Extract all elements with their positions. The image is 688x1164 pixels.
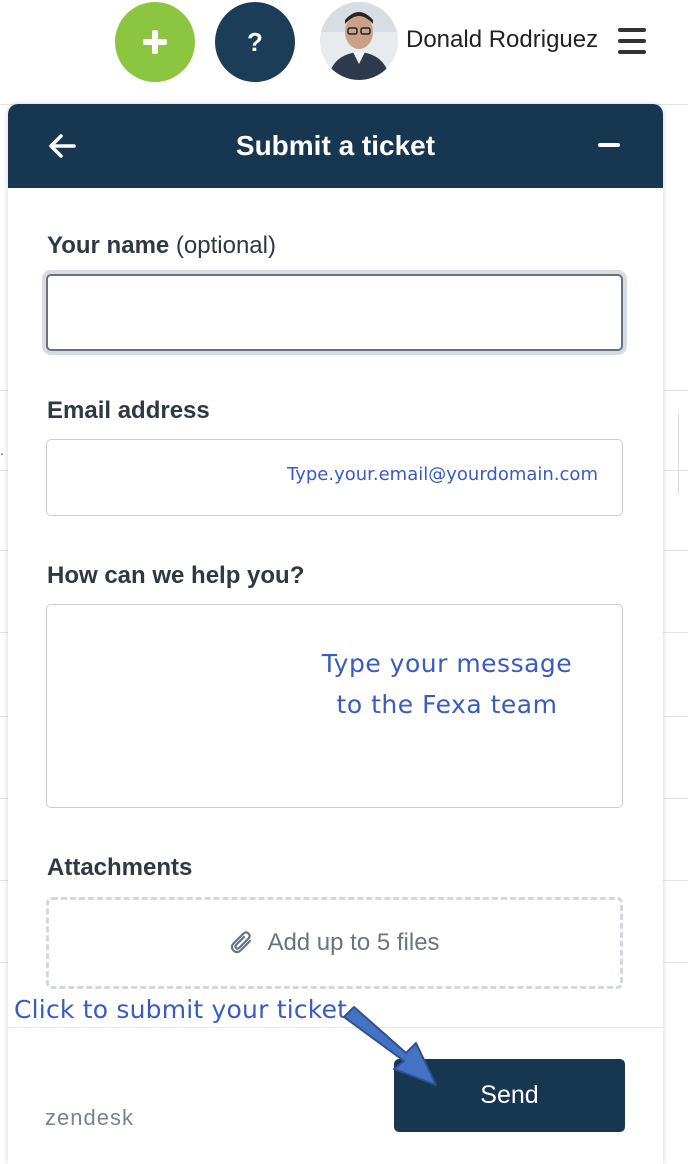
avatar[interactable]	[320, 2, 398, 80]
user-name[interactable]: Donald Rodriguez	[406, 26, 598, 54]
background-ellipsis: .	[0, 442, 4, 458]
add-button[interactable]	[115, 2, 195, 82]
attachments-dropzone[interactable]: Add up to 5 files	[46, 897, 623, 989]
hamburger-icon[interactable]	[618, 28, 646, 54]
email-hint: Type.your.email@yourdomain.com	[287, 464, 598, 485]
annotation-text: Click to submit your ticket	[14, 995, 348, 1024]
help-button[interactable]: ?	[215, 2, 295, 82]
user-photo-icon	[320, 2, 398, 80]
message-hint: Type your message to the Fexa team	[321, 649, 573, 719]
question-icon: ?	[247, 26, 263, 57]
message-label: How can we help you?	[47, 562, 305, 589]
message-textarea[interactable]: Type your message to the Fexa team	[46, 604, 623, 808]
email-label: Email address	[47, 397, 210, 424]
name-input[interactable]	[46, 274, 623, 351]
name-label: Your name (optional)	[47, 232, 276, 259]
plus-icon	[143, 30, 167, 54]
paperclip-icon	[231, 931, 252, 954]
top-bar: ? Donald Rodriguez	[0, 0, 688, 100]
minus-icon[interactable]	[598, 143, 620, 147]
annotation-arrow-icon	[343, 1006, 437, 1086]
widget-header: Submit a ticket	[8, 104, 663, 188]
widget-footer: zendesk Send	[8, 1027, 663, 1164]
zendesk-logo: zendesk	[45, 1105, 134, 1130]
attachments-text: Add up to 5 files	[267, 929, 440, 956]
widget-title: Submit a ticket	[235, 130, 436, 161]
email-input[interactable]: Type.your.email@yourdomain.com	[46, 439, 623, 516]
attachments-label: Attachments	[47, 854, 193, 881]
